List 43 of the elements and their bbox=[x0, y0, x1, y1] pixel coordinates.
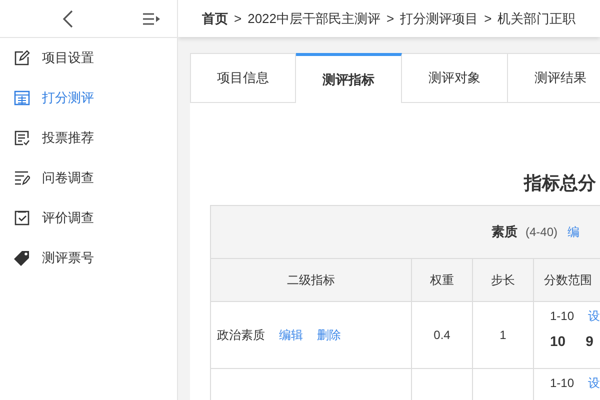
step-value: 1 bbox=[500, 328, 506, 342]
section-title: 指标总分 bbox=[522, 172, 597, 195]
set-link[interactable]: 设 bbox=[588, 308, 600, 324]
set-link[interactable]: 设 bbox=[588, 375, 600, 391]
tab[interactable]: 项目信息 bbox=[190, 53, 296, 103]
column-header: 权重 bbox=[412, 258, 472, 302]
indicator-name: 政治素质 bbox=[217, 328, 265, 342]
group-name: 素质 bbox=[491, 224, 518, 239]
score-value: 9 bbox=[586, 332, 594, 350]
group-range: (4-40) bbox=[525, 225, 558, 239]
breadcrumb-separator: > bbox=[386, 11, 394, 26]
checkbox-icon bbox=[14, 210, 30, 226]
menu-icon[interactable] bbox=[143, 12, 160, 24]
range-value: 1-10 bbox=[550, 375, 574, 391]
list-pencil-icon bbox=[14, 170, 30, 186]
action-link[interactable]: 编辑 bbox=[279, 328, 303, 342]
action-link[interactable]: 删除 bbox=[317, 328, 341, 342]
sidebar-item[interactable]: 问卷调查 bbox=[0, 158, 177, 198]
score-value: 10 bbox=[550, 332, 566, 350]
back-icon[interactable] bbox=[62, 10, 74, 28]
edit-icon bbox=[14, 50, 30, 66]
column-header: 步长 bbox=[472, 258, 534, 302]
sidebar-item[interactable]: 打分测评 bbox=[0, 78, 177, 118]
sidebar-item[interactable]: 测评票号 bbox=[0, 238, 177, 278]
tab[interactable]: 测评指标 bbox=[296, 53, 402, 103]
breadcrumb-separator: > bbox=[484, 11, 492, 26]
breadcrumb-link[interactable]: 机关部门正职 bbox=[498, 10, 576, 28]
range-value: 1-10 bbox=[550, 308, 574, 324]
tab[interactable]: 测评对象 bbox=[402, 53, 508, 103]
sidebar-item[interactable]: 项目设置 bbox=[0, 38, 177, 78]
breadcrumb-link[interactable]: 首页 bbox=[202, 10, 228, 28]
breadcrumb-link[interactable]: 2022中层干部民主测评 bbox=[248, 10, 381, 28]
table-icon bbox=[14, 90, 30, 106]
breadcrumb-separator: > bbox=[234, 11, 242, 26]
sidebar-item[interactable]: 评价调查 bbox=[0, 198, 177, 238]
tab[interactable]: 测评结果 bbox=[508, 53, 600, 103]
weight-value: 0.4 bbox=[434, 328, 450, 342]
column-header: 二级指标 bbox=[210, 258, 412, 302]
checklist-icon bbox=[14, 130, 30, 146]
sidebar-item[interactable]: 投票推荐 bbox=[0, 118, 177, 158]
column-header: 分数范围 bbox=[534, 258, 600, 302]
breadcrumb-link[interactable]: 打分测评项目 bbox=[400, 10, 478, 28]
tag-icon bbox=[14, 250, 30, 266]
